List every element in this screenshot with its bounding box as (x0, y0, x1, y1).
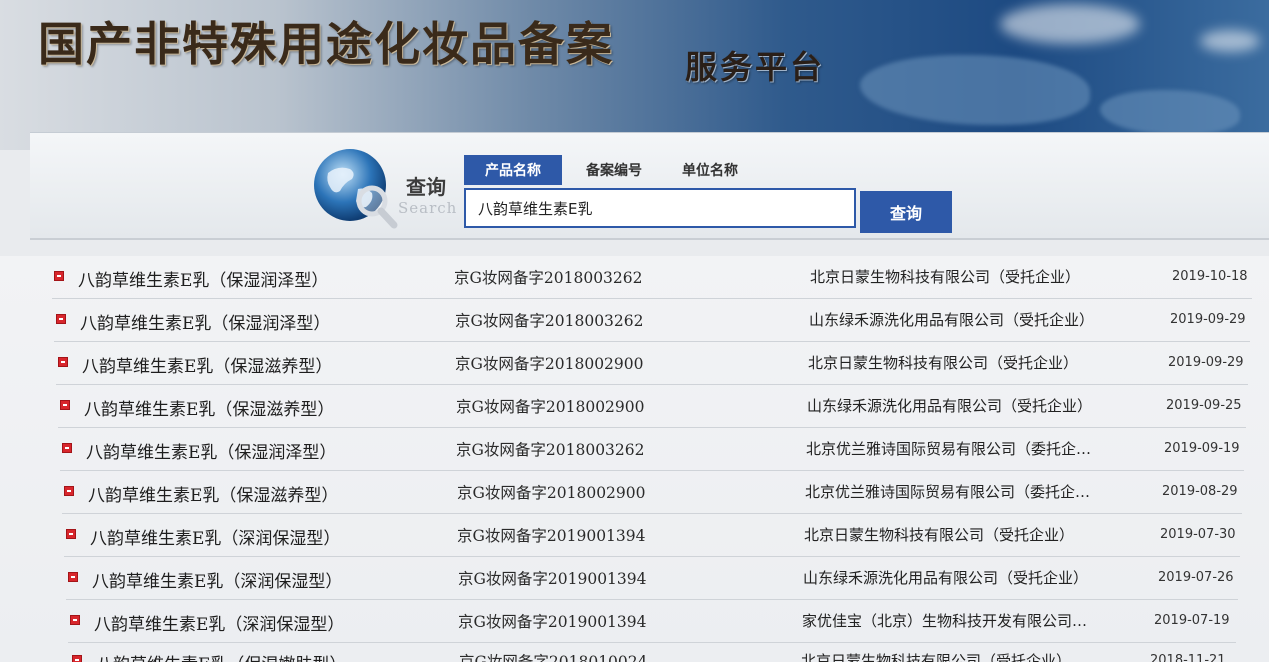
filing-date: 2019-10-18 (1172, 269, 1248, 284)
result-row[interactable]: 八韵草维生素E乳（深润保湿型） 京G妆网备字2019001394 山东绿禾源洗化… (0, 557, 1269, 600)
result-row[interactable]: 八韵草维生素E乳（保湿润泽型） 京G妆网备字2018003262 山东绿禾源洗化… (0, 299, 1269, 342)
filing-date: 2019-09-29 (1170, 312, 1246, 327)
cloud-decoration (1200, 30, 1260, 52)
results-list: 八韵草维生素E乳（保湿润泽型） 京G妆网备字2018003262 北京日蒙生物科… (0, 256, 1269, 662)
product-name-link[interactable]: 八韵草维生素E乳（保湿嫩肤型） (96, 650, 346, 662)
filing-date: 2019-08-29 (1162, 484, 1238, 499)
product-name-link[interactable]: 八韵草维生素E乳（保湿润泽型） (80, 309, 330, 334)
filing-date: 2019-07-26 (1158, 570, 1234, 585)
result-row[interactable]: 八韵草维生素E乳（深润保湿型） 京G妆网备字2019001394 北京日蒙生物科… (0, 514, 1269, 557)
bullet-icon (70, 615, 80, 625)
site-title: 国产非特殊用途化妆品备案 (38, 17, 614, 71)
product-name-link[interactable]: 八韵草维生素E乳（深润保湿型） (94, 610, 344, 635)
product-name-link[interactable]: 八韵草维生素E乳（深润保湿型） (92, 567, 342, 592)
bullet-icon (72, 655, 82, 662)
company-name: 北京日蒙生物科技有限公司（受托企业） (810, 268, 1081, 286)
product-name-link[interactable]: 八韵草维生素E乳（保湿润泽型） (86, 438, 336, 463)
registration-number: 京G妆网备字2019001394 (457, 527, 646, 545)
product-name-link[interactable]: 八韵草维生素E乳（深润保湿型） (90, 524, 340, 549)
site-subtitle: 服务平台 (685, 48, 826, 86)
tab-product-name[interactable]: 产品名称 (464, 155, 562, 185)
tab-registration-number[interactable]: 备案编号 (570, 155, 658, 185)
bullet-icon (64, 486, 74, 496)
registration-number: 京G妆网备字2018003262 (454, 269, 643, 287)
search-input[interactable] (464, 188, 856, 228)
company-name: 山东绿禾源洗化用品有限公司（受托企业） (809, 311, 1095, 329)
bullet-icon (68, 572, 78, 582)
search-panel: 查询 Search 产品名称 备案编号 单位名称 查询 (30, 132, 1269, 240)
registration-number: 京G妆网备字2019001394 (458, 570, 647, 588)
company-name: 北京日蒙生物科技有限公司（受托企业） (804, 526, 1075, 544)
registration-number: 京G妆网备字2018003262 (456, 441, 645, 459)
site-banner: 国产非特殊用途化妆品备案 服务平台 (0, 0, 1269, 150)
company-name: 家优佳宝（北京）生物科技开发有限公司… (802, 612, 1088, 630)
filing-date: 2019-09-29 (1168, 355, 1244, 370)
registration-number: 京G妆网备字2019001394 (458, 613, 647, 631)
cloud-decoration (1000, 4, 1140, 44)
registration-number: 京G妆网备字2018010024 (459, 653, 648, 662)
product-name-link[interactable]: 八韵草维生素E乳（保湿润泽型） (78, 266, 328, 291)
bullet-icon (54, 271, 64, 281)
filing-date: 2019-09-25 (1166, 398, 1242, 413)
search-label-english: Search (398, 199, 458, 217)
registration-number: 京G妆网备字2018002900 (455, 355, 644, 373)
bullet-icon (62, 443, 72, 453)
search-label: 查询 (406, 175, 446, 199)
search-button[interactable]: 查询 (860, 191, 952, 233)
world-map-decoration (1100, 90, 1240, 135)
result-row[interactable]: 八韵草维生素E乳（深润保湿型） 京G妆网备字2019001394 家优佳宝（北京… (0, 600, 1269, 643)
registration-number: 京G妆网备字2018003262 (455, 312, 644, 330)
globe-search-icon (314, 149, 398, 229)
result-row[interactable]: 八韵草维生素E乳（保湿滋养型） 京G妆网备字2018002900 北京优兰雅诗国… (0, 471, 1269, 514)
result-row[interactable]: 八韵草维生素E乳（保湿滋养型） 京G妆网备字2018002900 北京日蒙生物科… (0, 342, 1269, 385)
product-name-link[interactable]: 八韵草维生素E乳（保湿滋养型） (82, 352, 332, 377)
filing-date: 2018-11-21 (1150, 653, 1226, 662)
bullet-icon (60, 400, 70, 410)
bullet-icon (58, 357, 68, 367)
result-row[interactable]: 八韵草维生素E乳（保湿润泽型） 京G妆网备字2018003262 北京优兰雅诗国… (0, 428, 1269, 471)
bullet-icon (66, 529, 76, 539)
result-row[interactable]: 八韵草维生素E乳（保湿嫩肤型） 京G妆网备字2018010024 北京日蒙生物科… (0, 640, 1269, 662)
company-name: 北京日蒙生物科技有限公司（受托企业） (808, 354, 1079, 372)
filing-date: 2019-07-30 (1160, 527, 1236, 542)
registration-number: 京G妆网备字2018002900 (457, 484, 646, 502)
filing-date: 2019-07-19 (1154, 613, 1230, 628)
product-name-link[interactable]: 八韵草维生素E乳（保湿滋养型） (88, 481, 338, 506)
company-name: 北京优兰雅诗国际贸易有限公司（委托企… (805, 483, 1091, 501)
company-name: 山东绿禾源洗化用品有限公司（受托企业） (803, 569, 1089, 587)
company-name: 山东绿禾源洗化用品有限公司（受托企业） (807, 397, 1093, 415)
product-name-link[interactable]: 八韵草维生素E乳（保湿滋养型） (84, 395, 334, 420)
tab-company-name[interactable]: 单位名称 (666, 155, 754, 185)
company-name: 北京日蒙生物科技有限公司（受托企业） (801, 652, 1072, 662)
filing-date: 2019-09-19 (1164, 441, 1240, 456)
result-row[interactable]: 八韵草维生素E乳（保湿滋养型） 京G妆网备字2018002900 山东绿禾源洗化… (0, 385, 1269, 428)
result-row[interactable]: 八韵草维生素E乳（保湿润泽型） 京G妆网备字2018003262 北京日蒙生物科… (0, 256, 1269, 299)
company-name: 北京优兰雅诗国际贸易有限公司（委托企… (806, 440, 1092, 458)
world-map-decoration (860, 55, 1090, 125)
bullet-icon (56, 314, 66, 324)
registration-number: 京G妆网备字2018002900 (456, 398, 645, 416)
